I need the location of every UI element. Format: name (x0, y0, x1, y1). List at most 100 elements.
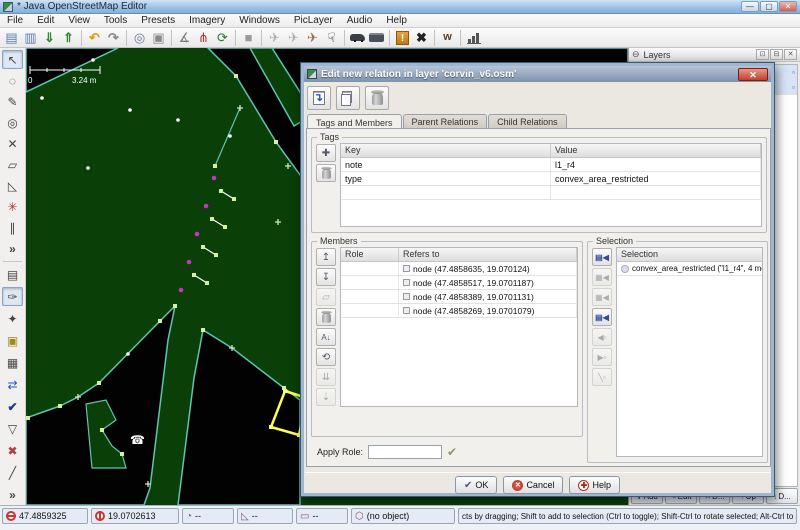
delete-x-icon[interactable]: ✖ (412, 29, 431, 47)
hand-icon[interactable]: ☟ (322, 29, 341, 47)
paste-tags-mode[interactable]: ▱ (2, 155, 23, 174)
more-modes[interactable]: » (2, 239, 23, 258)
new-session-icon[interactable]: ▤ (2, 29, 21, 47)
tag-row[interactable]: note l1_r4 (341, 158, 761, 172)
mappaint-toggle[interactable]: ✑ (2, 287, 23, 306)
menu-imagery[interactable]: Imagery (182, 14, 232, 27)
blank-icon[interactable]: ■ (239, 29, 258, 47)
delete-relation-button[interactable] (365, 86, 389, 110)
improve-accuracy-mode[interactable]: ✳ (2, 197, 23, 216)
menu-help[interactable]: Help (379, 14, 414, 27)
airplane-gray-2-icon[interactable]: ✈ (284, 29, 303, 47)
layers-dock-icon[interactable]: ⊟ (770, 49, 783, 60)
tag-row-empty[interactable] (341, 186, 761, 200)
bus-icon[interactable] (367, 29, 386, 47)
menu-piclayer[interactable]: PicLayer (287, 14, 340, 27)
conflict-toggle[interactable]: ⇄ (2, 375, 23, 394)
layers-sticky-icon[interactable]: ⊡ (756, 49, 769, 60)
purge-toggle[interactable]: ✖ (2, 441, 23, 460)
add-tag-button[interactable]: ✚ (316, 144, 336, 162)
edit-mode-toolbar: ↖ ◌ ✎ ◎ ✕ ▱ ◺ ✳ ∥ » ▤ ✑ ✦ ▣ ▦ ⇄ ✔ ▽ ✖ ╱ … (0, 48, 26, 505)
delete-mode[interactable]: ✕ (2, 134, 23, 153)
airplane-gray-1-icon[interactable]: ✈ (265, 29, 284, 47)
tags-table[interactable]: Key Value note l1_r4 type convex_area_re… (340, 143, 762, 227)
zoom-to-selection-icon[interactable]: ◎ (130, 29, 149, 47)
apply-role-confirm-icon[interactable]: ✔ (447, 445, 457, 459)
parallel-mode[interactable]: ∥ (2, 218, 23, 237)
refresh-icon[interactable]: ⟳ (213, 29, 232, 47)
delete-tag-button[interactable] (316, 164, 336, 182)
extrude-mode[interactable]: ◺ (2, 176, 23, 195)
help-button[interactable]: ✚Help (569, 476, 620, 494)
minimize-button[interactable]: — (741, 1, 759, 12)
airplane-brown-icon[interactable]: ✈ (303, 29, 322, 47)
preferences-icon[interactable]: ▣ (149, 29, 168, 47)
warning-book-icon[interactable]: ! (393, 29, 412, 47)
menu-edit[interactable]: Edit (30, 14, 61, 27)
reverse-members-button[interactable]: ⟲ (316, 348, 336, 366)
cancel-button[interactable]: ✕Cancel (503, 476, 563, 494)
measure-toggle[interactable]: ╱ (2, 463, 23, 482)
member-row[interactable]: node (47.4858517, 19.0701187) (341, 276, 577, 290)
w-preset-icon[interactable]: ᴡ (438, 29, 457, 47)
move-member-down-button[interactable]: ↧ (316, 268, 336, 286)
duplicate-relation-button[interactable] (336, 86, 360, 110)
select-members-button[interactable]: ◀▫ (592, 328, 612, 346)
member-row[interactable]: node (47.4858635, 19.070124) (341, 262, 577, 276)
member-row[interactable]: node (47.4858389, 19.0701131) (341, 290, 577, 304)
imagery-toggle[interactable]: ▣ (2, 331, 23, 350)
ok-button[interactable]: ✔OK (455, 476, 497, 494)
menu-tools[interactable]: Tools (97, 14, 134, 27)
members-table[interactable]: Role Refers to node (47.4858635, 19.0701… (340, 247, 578, 407)
menu-windows[interactable]: Windows (232, 14, 287, 27)
filter-toggle[interactable]: ▽ (2, 419, 23, 438)
histogram-icon[interactable] (464, 29, 483, 47)
deselect-members-button[interactable]: ▶▫ (592, 348, 612, 366)
select-mode[interactable]: ↖ (2, 50, 23, 69)
undo-icon[interactable]: ↶ (85, 29, 104, 47)
menu-audio[interactable]: Audio (340, 14, 380, 27)
add-selection-below-button[interactable]: ▦◀ (592, 288, 612, 306)
download-selected-members-button[interactable]: ⇣ (316, 388, 336, 406)
menu-presets[interactable]: Presets (134, 14, 182, 27)
sort-members-button[interactable]: A↓ (316, 328, 336, 346)
add-selection-above-button[interactable]: ▦◀ (592, 268, 612, 286)
apply-changes-button[interactable]: ↴ (307, 86, 331, 110)
more-toggles[interactable]: » (2, 485, 23, 504)
upload-osm-icon[interactable]: ⇑ (59, 29, 78, 47)
presets-toggle[interactable]: ✦ (2, 309, 23, 328)
zoom-mode[interactable]: ◎ (2, 113, 23, 132)
remove-selected-button[interactable]: ╲▫ (592, 368, 612, 386)
window-titlebar[interactable]: * Java OpenStreetMap Editor — ▢ ✕ (0, 0, 800, 14)
dialog-titlebar[interactable]: Edit new relation in layer 'corvin_v6.os… (304, 66, 771, 82)
add-selection-at-end-button[interactable]: ▤◀ (592, 308, 612, 326)
download-members-button[interactable]: ⇊ (316, 368, 336, 386)
remove-member-button[interactable] (316, 308, 336, 326)
split-way-icon[interactable]: ⋔ (194, 29, 213, 47)
menu-file[interactable]: File (0, 14, 30, 27)
member-row[interactable]: node (47.4858269, 19.0701079) (341, 304, 577, 318)
apply-role-input[interactable] (368, 445, 442, 459)
dialog-close-button[interactable]: ✕ (738, 68, 768, 81)
draw-mode[interactable]: ✎ (2, 92, 23, 111)
collapse-icon[interactable]: ⊖ (632, 49, 640, 60)
add-selection-at-start-button[interactable]: ▤◀ (592, 248, 612, 266)
selection-table[interactable]: Selection convex_area_restricted ("l1_r4… (616, 247, 763, 457)
move-member-up-button[interactable]: ↥ (316, 248, 336, 266)
measure-angle-icon[interactable]: ∡ (175, 29, 194, 47)
lasso-mode[interactable]: ◌ (2, 71, 23, 90)
selection-row[interactable]: convex_area_restricted ("l1_r4", 4 membe… (617, 262, 762, 276)
menu-view[interactable]: View (61, 14, 97, 27)
layers-close-icon[interactable]: ✕ (784, 49, 797, 60)
car-icon[interactable] (348, 29, 367, 47)
download-osm-icon[interactable]: ⇓ (40, 29, 59, 47)
close-button[interactable]: ✕ (779, 1, 797, 12)
validator-toggle[interactable]: ✔ (2, 397, 23, 416)
tag-row[interactable]: type convex_area_restricted (341, 172, 761, 186)
command-stack-toggle[interactable]: ▦ (2, 353, 23, 372)
open-icon[interactable]: ▥ (21, 29, 40, 47)
copy-member-button[interactable]: ▱ (316, 288, 336, 306)
redo-icon[interactable]: ↷ (104, 29, 123, 47)
layers-toggle[interactable]: ▤ (2, 265, 23, 284)
maximize-button[interactable]: ▢ (760, 1, 778, 12)
